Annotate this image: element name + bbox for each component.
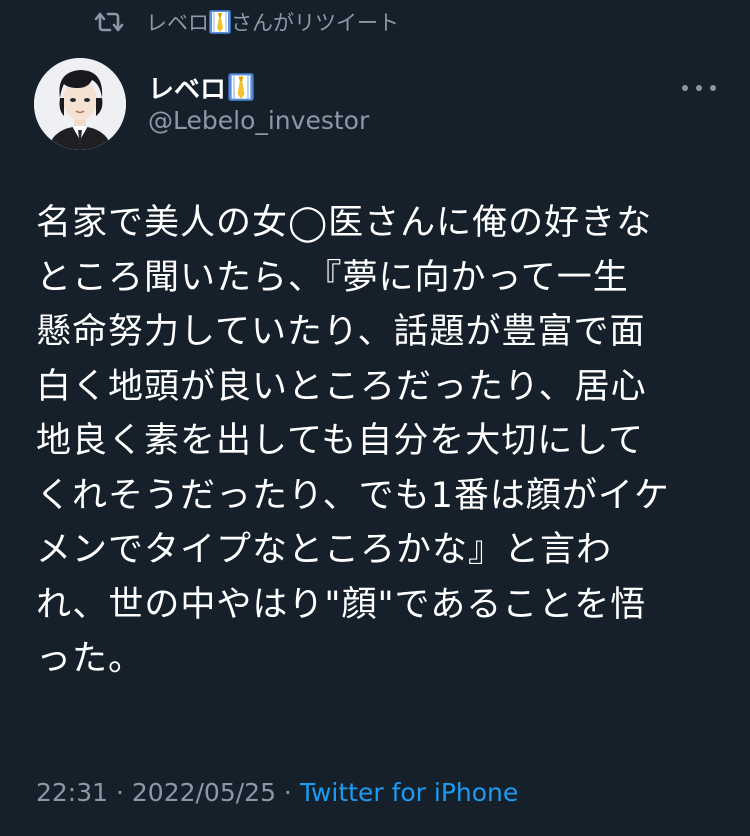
tweet-time[interactable]: 22:31 <box>36 778 108 807</box>
tweet-author[interactable]: レベロ @Lebelo_investor <box>148 70 369 135</box>
author-name-text: レベロ <box>148 74 227 105</box>
tweet-date[interactable]: 2022/05/25 <box>132 778 276 807</box>
necktie-icon <box>228 73 254 101</box>
retweeter-name[interactable]: レベロ <box>146 7 209 37</box>
retweet-icon <box>94 12 124 32</box>
retweet-context[interactable]: レベロ さんがリツイート <box>94 8 399 36</box>
more-dot <box>696 85 702 91</box>
more-dot <box>682 85 688 91</box>
avatar[interactable] <box>34 58 126 150</box>
avatar-illustration <box>34 58 126 150</box>
author-display-name[interactable]: レベロ <box>148 70 369 105</box>
tweet-metadata: 22:31 · 2022/05/25 · Twitter for iPhone <box>36 778 518 807</box>
tweet-body: 名家で美人の女◯医さんに俺の好きな ところ聞いたら、『夢に向かって一生 懸命努力… <box>36 203 670 679</box>
necktie-icon <box>209 10 231 34</box>
tweet-source-link[interactable]: Twitter for iPhone <box>300 778 518 807</box>
retweet-suffix: さんがリツイート <box>231 11 399 35</box>
more-dot <box>710 85 716 91</box>
author-handle[interactable]: @Lebelo_investor <box>148 106 369 135</box>
more-options-button[interactable] <box>682 78 716 98</box>
meta-separator: · <box>275 778 300 807</box>
meta-separator: · <box>108 778 132 807</box>
